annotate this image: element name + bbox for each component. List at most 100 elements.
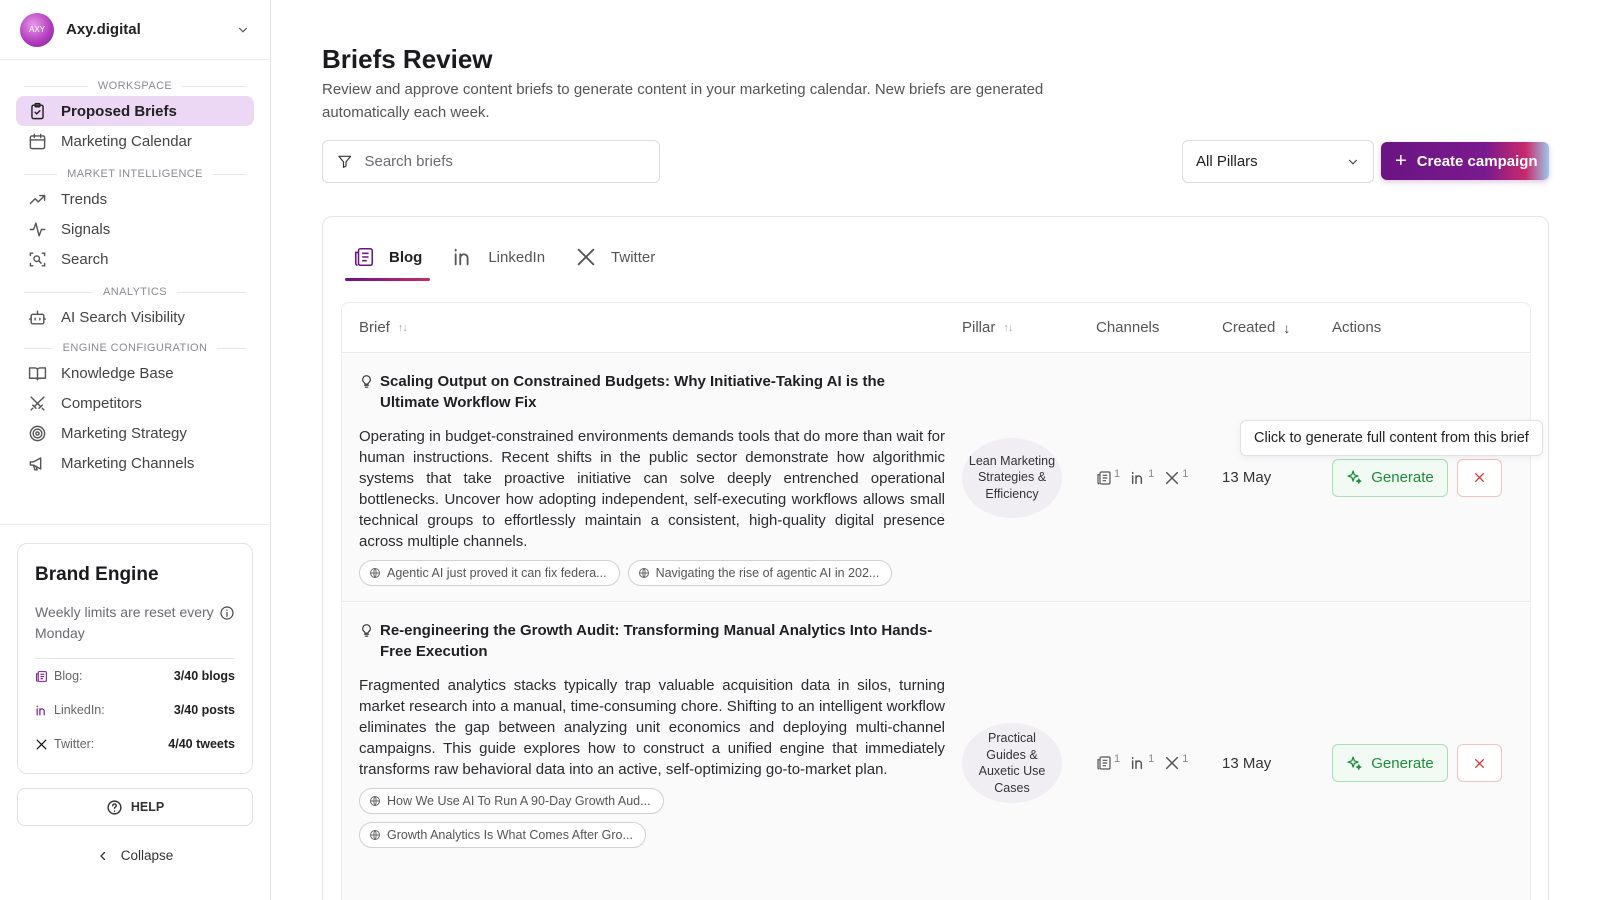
collapse-button[interactable]: Collapse bbox=[17, 848, 253, 863]
sidebar-item-label: Search bbox=[61, 250, 109, 268]
brief-cell: Re-engineering the Growth Audit: Transfo… bbox=[342, 620, 962, 900]
newspaper-icon bbox=[354, 247, 374, 267]
sort-icon: ↑↓ bbox=[1003, 321, 1013, 334]
section-label-workspace: WORKSPACE bbox=[24, 80, 246, 92]
workspace-switcher[interactable]: AXY Axy.digital bbox=[0, 0, 270, 60]
sidebar-item-label: Marketing Channels bbox=[61, 454, 195, 472]
column-actions: Actions bbox=[1332, 319, 1382, 336]
tab-label: Blog bbox=[389, 248, 423, 266]
sidebar-item-label: Trends bbox=[61, 190, 108, 208]
sidebar-item-marketing-channels[interactable]: Marketing Channels bbox=[16, 448, 254, 478]
source-chip[interactable]: Growth Analytics Is What Comes After Gro… bbox=[359, 822, 646, 848]
sidebar-item-search[interactable]: Search bbox=[16, 244, 254, 274]
column-pillar[interactable]: Pillar ↑↓ bbox=[962, 319, 1096, 336]
sidebar-item-marketing-calendar[interactable]: Marketing Calendar bbox=[16, 126, 254, 156]
create-campaign-button[interactable]: + Create campaign bbox=[1381, 142, 1549, 180]
bot-icon bbox=[28, 309, 47, 325]
limit-label: Blog: bbox=[54, 669, 83, 683]
help-circle-icon bbox=[107, 799, 122, 815]
generate-button[interactable]: Generate bbox=[1332, 744, 1448, 782]
linkedin-icon bbox=[1132, 756, 1143, 770]
brief-cell: Scaling Output on Constrained Budgets: W… bbox=[342, 371, 962, 601]
column-created[interactable]: Created ↓ bbox=[1222, 319, 1332, 336]
globe-icon bbox=[638, 568, 649, 578]
created-date: 13 May bbox=[1222, 469, 1272, 486]
actions-cell: Generate bbox=[1332, 603, 1512, 900]
limit-value: 3/40 blogs bbox=[173, 669, 235, 683]
channel-twitter: 1 bbox=[1164, 753, 1188, 771]
sidebar: AXY Axy.digital WORKSPACE Proposed Brief… bbox=[0, 0, 271, 900]
info-icon[interactable] bbox=[219, 605, 235, 621]
source-chip[interactable]: Agentic AI just proved it can fix federa… bbox=[359, 560, 620, 586]
channels-cell: 1 1 1 bbox=[1096, 354, 1222, 601]
sidebar-item-ai-search-visibility[interactable]: AI Search Visibility bbox=[16, 302, 254, 332]
pillar-filter-select[interactable]: All Pillars bbox=[1182, 140, 1374, 183]
megaphone-icon bbox=[29, 456, 42, 471]
linkedin-icon bbox=[1132, 471, 1143, 484]
limit-label: LinkedIn: bbox=[54, 703, 105, 717]
plus-icon: + bbox=[1395, 150, 1407, 172]
chevron-down-icon bbox=[238, 27, 248, 33]
sidebar-item-knowledge-base[interactable]: Knowledge Base bbox=[16, 358, 254, 388]
newspaper-icon bbox=[1097, 756, 1111, 770]
sidebar-nav: WORKSPACE Proposed Briefs Marketing Cale… bbox=[0, 60, 270, 478]
tab-label: LinkedIn bbox=[488, 248, 546, 266]
tab-label: Twitter bbox=[611, 248, 656, 266]
section-label-market-intelligence: MARKET INTELLIGENCE bbox=[24, 168, 246, 180]
help-button[interactable]: HELP bbox=[17, 788, 253, 826]
chevron-left-icon bbox=[99, 851, 105, 860]
brief-description: Operating in budget-constrained environm… bbox=[359, 428, 945, 550]
globe-icon bbox=[370, 568, 380, 578]
sparkles-icon bbox=[1347, 755, 1362, 770]
tab-blog[interactable]: Blog bbox=[345, 239, 431, 281]
lightbulb-icon bbox=[362, 624, 371, 637]
column-channels: Channels bbox=[1096, 319, 1160, 336]
sidebar-item-marketing-strategy[interactable]: Marketing Strategy bbox=[16, 418, 254, 448]
limit-label: Twitter: bbox=[54, 737, 95, 751]
search-input[interactable] bbox=[364, 153, 645, 170]
tab-linkedin[interactable]: LinkedIn bbox=[444, 239, 553, 275]
linkedin-icon bbox=[36, 705, 45, 715]
sidebar-item-proposed-briefs[interactable]: Proposed Briefs bbox=[16, 96, 254, 126]
channel-tabs: Blog LinkedIn Twitter bbox=[345, 239, 677, 281]
table-header: Brief ↑↓ Pillar ↑↓ Channels Created ↓ Actio… bbox=[342, 303, 1530, 353]
actions-cell: Generate bbox=[1332, 354, 1512, 601]
pillar-badge: Lean Marketing Strategies & Efficiency bbox=[962, 437, 1062, 518]
search-briefs[interactable] bbox=[322, 140, 660, 183]
source-chip[interactable]: How We Use AI To Run A 90-Day Growth Aud… bbox=[359, 788, 664, 814]
close-icon bbox=[1475, 473, 1484, 482]
sidebar-bottom: Brand Engine Weekly limits are reset eve… bbox=[0, 524, 270, 863]
source-chips: How We Use AI To Run A 90-Day Growth Aud… bbox=[359, 788, 945, 848]
sidebar-item-label: Knowledge Base bbox=[61, 364, 174, 382]
activity-icon bbox=[29, 221, 46, 237]
tab-twitter[interactable]: Twitter bbox=[567, 239, 663, 275]
limit-row-linkedin: LinkedIn: 3/40 posts bbox=[35, 693, 235, 727]
x-icon bbox=[1166, 756, 1179, 770]
generate-tooltip: Click to generate full content from this… bbox=[1240, 420, 1543, 456]
source-chip[interactable]: Navigating the rise of agentic AI in 202… bbox=[627, 560, 893, 586]
generate-button[interactable]: Generate bbox=[1332, 458, 1448, 497]
sidebar-item-trends[interactable]: Trends bbox=[16, 184, 254, 214]
calendar-icon bbox=[29, 133, 46, 149]
trending-up-icon bbox=[29, 194, 46, 204]
source-chips: Agentic AI just proved it can fix federa… bbox=[359, 560, 945, 586]
chevron-down-icon bbox=[1348, 159, 1358, 165]
reject-button[interactable] bbox=[1457, 744, 1502, 782]
sidebar-item-signals[interactable]: Signals bbox=[16, 214, 254, 244]
limit-row-twitter: Twitter: 4/40 tweets bbox=[35, 727, 235, 761]
sort-icon: ↑↓ bbox=[397, 321, 408, 334]
reject-button[interactable] bbox=[1457, 458, 1502, 497]
sidebar-item-competitors[interactable]: Competitors bbox=[16, 388, 254, 418]
created-date: 13 May bbox=[1222, 754, 1272, 772]
globe-icon bbox=[370, 830, 380, 840]
column-brief[interactable]: Brief ↑↓ bbox=[342, 319, 962, 336]
channel-blog: 1 bbox=[1096, 753, 1120, 771]
pillar-badge: Practical Guides & Auxetic Use Cases bbox=[962, 723, 1062, 803]
globe-icon bbox=[370, 796, 380, 806]
target-icon bbox=[29, 425, 46, 441]
newspaper-icon bbox=[36, 670, 47, 682]
pillar-cell: Practical Guides & Auxetic Use Cases bbox=[962, 603, 1096, 900]
help-label: HELP bbox=[130, 800, 165, 814]
section-label-engine-configuration: ENGINE CONFIGURATION bbox=[24, 342, 246, 354]
channel-linkedin: 1 bbox=[1130, 468, 1154, 486]
